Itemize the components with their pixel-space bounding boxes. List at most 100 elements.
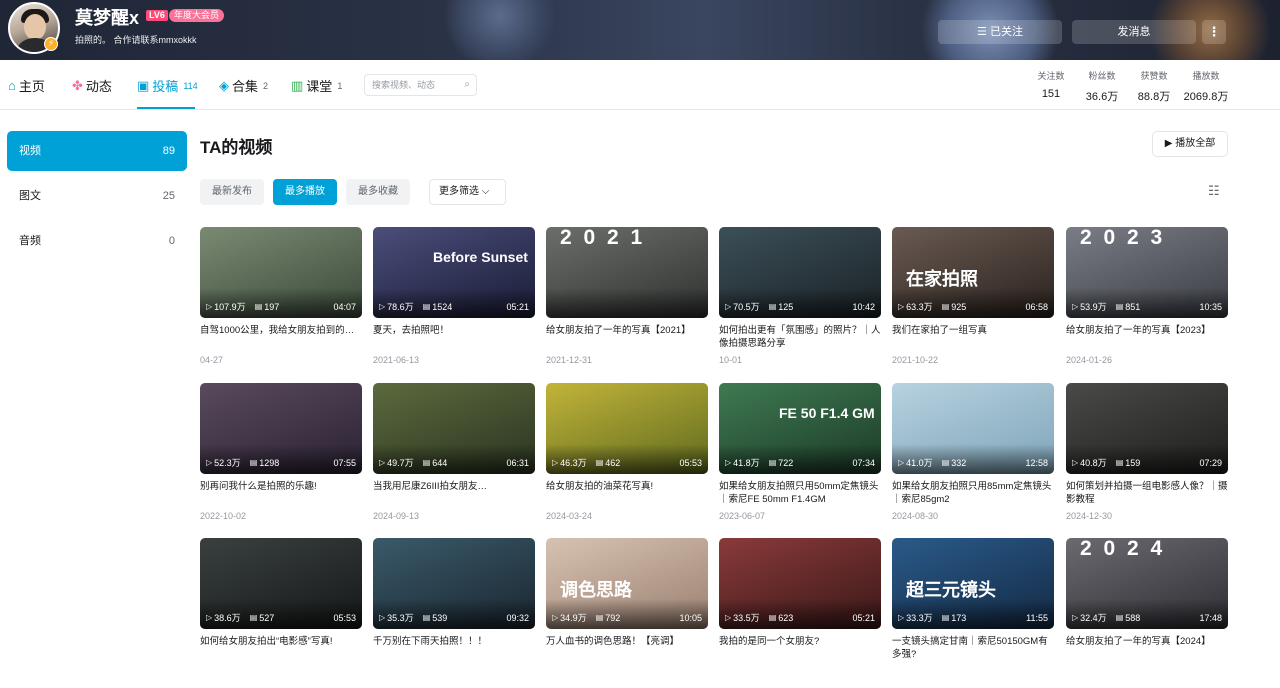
video-thumbnail[interactable]: 2 0 2 3 ▷ 53.9万 ▤ 851 10:35: [1066, 227, 1228, 318]
sidebar-item-audio[interactable]: 音频 0: [7, 221, 187, 261]
video-thumbnail[interactable]: ▷ 33.5万 ▤ 623 05:21: [719, 538, 881, 629]
video-thumbnail[interactable]: ▷ 70.5万 ▤ 125 10:42: [719, 227, 881, 318]
video-card[interactable]: 2 0 2 3 ▷ 53.9万 ▤ 851 10:35 给女朋友拍了一年的写真【2023】 2…: [1066, 227, 1228, 377]
stat-followers[interactable]: 粉丝数 36.6万: [1084, 69, 1120, 104]
video-card[interactable]: ▷ 38.6万 ▤ 527 05:53 如何给女朋友拍出“电影感”写真!: [200, 538, 362, 688]
video-title[interactable]: 如何策划并拍摄一组电影感人像？｜摄影教程: [1066, 480, 1228, 506]
video-title[interactable]: 给女朋友拍了一年的写真【2024】: [1066, 635, 1228, 648]
video-date: 2024-12-30: [1066, 511, 1113, 521]
profile-banner: ⚡ 莫梦醒x LV6 年度大会员 拍照的。 合作请联系mmxokkk ☰ 已关注…: [0, 0, 1280, 60]
sidebar-item-article[interactable]: 图文 25: [7, 176, 187, 216]
play-all-button[interactable]: ▶ 播放全部: [1152, 131, 1228, 157]
video-title[interactable]: 一支镜头搞定甘南｜索尼50150GM有多强?: [892, 635, 1054, 661]
search-icon[interactable]: ⌕: [464, 75, 470, 95]
play-count: 35.3万: [387, 613, 414, 623]
video-title[interactable]: 我们在家拍了一组写真: [892, 324, 1054, 337]
video-card[interactable]: ▷ 33.5万 ▤ 623 05:21 我拍的是同一个女朋友?: [719, 538, 881, 688]
video-title[interactable]: 如何给女朋友拍出“电影感”写真!: [200, 635, 362, 648]
video-thumbnail[interactable]: Before Sunset ▷ 78.6万 ▤ 1524 05:21: [373, 227, 535, 318]
video-title[interactable]: 千万别在下雨天拍照！！！: [373, 635, 535, 648]
stat-following[interactable]: 关注数 151: [1036, 69, 1066, 100]
search-input[interactable]: 搜索视频、动态 ⌕: [364, 74, 477, 96]
danmaku-icon: ▤: [595, 613, 604, 622]
sidebar-item-label: 图文: [19, 190, 41, 202]
video-title[interactable]: 如何拍出更有「氛围感」的照片？｜人像拍摄思路分享: [719, 324, 881, 350]
video-title[interactable]: 别再问我什么是拍照的乐趣!: [200, 480, 362, 493]
video-card[interactable]: FE 50 F1.4 GM ▷ 41.8万 ▤ 722 07:34 如果给女朋友拍照只用50…: [719, 383, 881, 533]
stat-label: 粉丝数: [1088, 71, 1116, 81]
send-message-button[interactable]: 发消息: [1072, 20, 1196, 44]
video-title[interactable]: 如果给女朋友拍照只用50mm定焦镜头｜索尼FE 50mm F1.4GM: [719, 480, 881, 506]
followed-button[interactable]: ☰ 已关注: [938, 20, 1062, 44]
video-card[interactable]: ▷ 35.3万 ▤ 539 09:32 千万别在下雨天拍照！！！: [373, 538, 535, 688]
video-thumbnail[interactable]: ▷ 52.3万 ▤ 1298 07:55: [200, 383, 362, 474]
filter-latest[interactable]: 最新发布: [200, 179, 264, 205]
tab-course[interactable]: ▥ 课堂 1: [291, 76, 342, 95]
layers-icon: ◈: [219, 77, 229, 93]
filter-most-favorited[interactable]: 最多收藏: [346, 179, 410, 205]
tab-uploads[interactable]: ▣ 投稿 114: [137, 76, 198, 95]
play-count-icon: ▷: [552, 458, 559, 467]
video-thumbnail[interactable]: ▷ 41.0万 ▤ 332 12:58: [892, 383, 1054, 474]
video-card[interactable]: 调色思路 ▷ 34.9万 ▤ 792 10:05 万人血书的调色思路！【亮调】: [546, 538, 708, 688]
video-card[interactable]: 在家拍照 ▷ 63.3万 ▤ 925 06:58 我们在家拍了一组写真 2021-10-22: [892, 227, 1054, 377]
video-date: 10-01: [719, 355, 743, 365]
video-thumbnail[interactable]: ▷ 35.3万 ▤ 539 09:32: [373, 538, 535, 629]
video-title[interactable]: 夏天，去拍照吧！: [373, 324, 535, 337]
stat-label: 播放数: [1192, 71, 1220, 81]
video-title[interactable]: 如果给女朋友拍照只用85mm定焦镜头｜索尼85gm2: [892, 480, 1054, 506]
play-count: 41.0万: [906, 458, 933, 468]
video-title[interactable]: 给女朋友拍的油菜花写真!: [546, 480, 708, 493]
more-filters-dropdown[interactable]: 更多筛选 ⌵: [429, 179, 506, 205]
video-thumbnail[interactable]: 超三元镜头 ▷ 33.3万 ▤ 173 11:55: [892, 538, 1054, 629]
video-card[interactable]: 超三元镜头 ▷ 33.3万 ▤ 173 11:55 一支镜头搞定甘南｜索尼50150GM有多…: [892, 538, 1054, 688]
video-thumbnail[interactable]: FE 50 F1.4 GM ▷ 41.8万 ▤ 722 07:34: [719, 383, 881, 474]
video-stats: ▷ 41.8万 ▤ 722 07:34: [725, 456, 875, 469]
video-card[interactable]: ▷ 52.3万 ▤ 1298 07:55 别再问我什么是拍照的乐趣! 2022-10-02: [200, 383, 362, 533]
play-count: 78.6万: [387, 302, 414, 312]
sidebar-item-video[interactable]: 视频 89: [7, 131, 187, 171]
more-options-button[interactable]: ⋮: [1202, 20, 1226, 44]
video-thumbnail[interactable]: 在家拍照 ▷ 63.3万 ▤ 925 06:58: [892, 227, 1054, 318]
danmaku-count: 462: [605, 457, 621, 468]
danmaku-icon: ▤: [249, 458, 258, 467]
video-title[interactable]: 给女朋友拍了一年的写真【2023】: [1066, 324, 1228, 337]
tab-dynamic[interactable]: ✤ 动态: [72, 76, 112, 95]
list-view-toggle-icon[interactable]: ☷: [1208, 183, 1220, 199]
video-date: 04-27: [200, 355, 224, 365]
page-title: TA的视频: [200, 138, 273, 157]
video-thumbnail[interactable]: ▷ 46.3万 ▤ 462 05:53: [546, 383, 708, 474]
video-card[interactable]: ▷ 107.9万 ▤ 197 04:07 自驾1000公里，我给女朋友拍到的… 04-27: [200, 227, 362, 377]
video-thumbnail[interactable]: ▷ 38.6万 ▤ 527 05:53: [200, 538, 362, 629]
video-card[interactable]: ▷ 70.5万 ▤ 125 10:42 如何拍出更有「氛围感」的照片？｜人像拍摄思路分享 1…: [719, 227, 881, 377]
video-title[interactable]: 给女朋友拍了一年的写真【2021】: [546, 324, 708, 337]
video-stats: ▷ 34.9万 ▤ 792 10:05: [552, 611, 702, 624]
video-date: 2023-06-07: [719, 511, 766, 521]
video-card[interactable]: Before Sunset ▷ 78.6万 ▤ 1524 05:21 夏天，去拍照吧！ 202…: [373, 227, 535, 377]
video-thumbnail[interactable]: 2 0 2 1▷▤: [546, 227, 708, 318]
username: 莫梦醒x: [75, 8, 140, 28]
video-card[interactable]: ▷ 40.8万 ▤ 159 07:29 如何策划并拍摄一组电影感人像？｜摄影教程 2024-…: [1066, 383, 1228, 533]
video-duration: 17:48: [1199, 612, 1222, 623]
tab-home[interactable]: ⌂ 主页: [8, 76, 45, 95]
video-card[interactable]: ▷ 41.0万 ▤ 332 12:58 如果给女朋友拍照只用85mm定焦镜头｜索尼85gm…: [892, 383, 1054, 533]
video-title[interactable]: 当我用尼康Z6III拍女朋友…: [373, 480, 535, 493]
video-title[interactable]: 我拍的是同一个女朋友?: [719, 635, 881, 648]
danmaku-count: 1524: [432, 301, 453, 312]
video-title[interactable]: 自驾1000公里，我给女朋友拍到的…: [200, 324, 362, 337]
video-thumbnail[interactable]: ▷ 49.7万 ▤ 644 06:31: [373, 383, 535, 474]
video-title[interactable]: 万人血书的调色思路！【亮调】: [546, 635, 708, 648]
tab-collections[interactable]: ◈ 合集 2: [219, 76, 268, 95]
video-stats: ▷ 40.8万 ▤ 159 07:29: [1072, 456, 1222, 469]
video-duration: 04:07: [333, 301, 356, 312]
filter-most-played[interactable]: 最多播放: [273, 179, 337, 205]
video-thumbnail[interactable]: ▷ 107.9万 ▤ 197 04:07: [200, 227, 362, 318]
video-card[interactable]: ▷ 49.7万 ▤ 644 06:31 当我用尼康Z6III拍女朋友… 2024-09-13: [373, 383, 535, 533]
video-thumbnail[interactable]: 调色思路 ▷ 34.9万 ▤ 792 10:05: [546, 538, 708, 629]
video-thumbnail[interactable]: ▷ 40.8万 ▤ 159 07:29: [1066, 383, 1228, 474]
video-card[interactable]: 2 0 2 4 ▷ 32.4万 ▤ 588 17:48 给女朋友拍了一年的写真【2024】: [1066, 538, 1228, 688]
play-count-icon: ▷: [1072, 613, 1079, 622]
video-thumbnail[interactable]: 2 0 2 4 ▷ 32.4万 ▤ 588 17:48: [1066, 538, 1228, 629]
video-card[interactable]: 2 0 2 1▷▤ 给女朋友拍了一年的写真【2021】 2021-12-31: [546, 227, 708, 377]
video-card[interactable]: ▷ 46.3万 ▤ 462 05:53 给女朋友拍的油菜花写真! 2024-03-24: [546, 383, 708, 533]
